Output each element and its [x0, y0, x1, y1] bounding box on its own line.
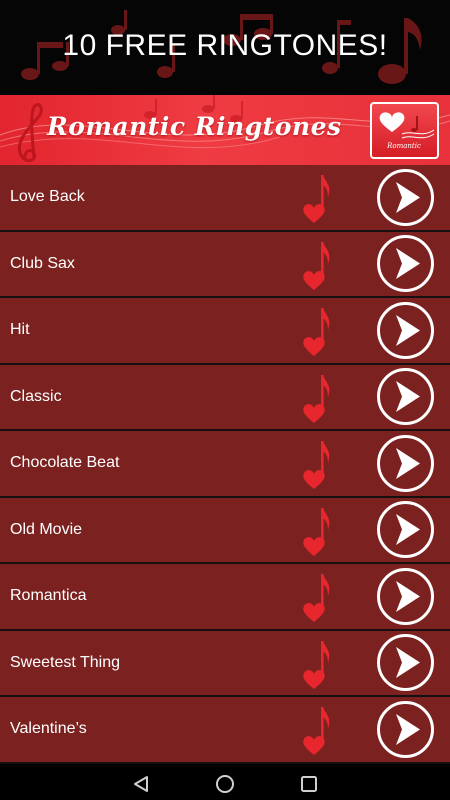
play-icon [396, 447, 420, 479]
ringtone-name: Club Sax [10, 254, 75, 272]
play-icon [396, 181, 420, 213]
app-logo[interactable]: Romantic [370, 102, 439, 159]
play-button[interactable] [377, 567, 434, 625]
play-icon [396, 647, 420, 678]
ringtone-name: Romantica [10, 587, 87, 604]
play-button[interactable] [377, 434, 434, 492]
play-button[interactable] [377, 168, 434, 226]
navigation-bar [0, 766, 450, 800]
play-icon [396, 248, 420, 279]
play-icon [396, 514, 420, 545]
promo-title: 10 FREE RINGTONES! [62, 29, 388, 62]
heart-music-note-icon [303, 507, 330, 556]
heart-music-note-icon [303, 241, 330, 290]
ringtone-name: Classic [10, 387, 62, 405]
heart-music-note-icon [303, 441, 330, 489]
ringtone-row[interactable]: Love Back [0, 165, 450, 232]
ringtone-row[interactable]: Hit [0, 298, 450, 365]
heart-music-note-icon [303, 374, 330, 423]
ringtone-name: Chocolate Beat [10, 454, 120, 471]
play-button[interactable] [377, 700, 434, 758]
play-button[interactable] [377, 235, 434, 292]
ringtone-name: Hit [10, 321, 30, 338]
home-circle-icon[interactable] [215, 774, 235, 794]
ringtone-name: Valentine’s [10, 720, 87, 737]
heart-music-note-icon [303, 308, 330, 356]
heart-music-note-icon [303, 640, 330, 689]
back-triangle-icon[interactable] [131, 774, 151, 794]
play-icon [396, 381, 420, 412]
play-button[interactable] [377, 634, 434, 691]
app-logo-label: Romantic [386, 142, 421, 150]
ringtone-row[interactable]: Old Movie [0, 497, 450, 564]
ringtone-name: Love Back [10, 188, 85, 205]
ringtone-list: Love Back Club Sax Hit Classic Chocolate Bea… [0, 165, 450, 764]
play-button[interactable] [377, 368, 434, 425]
promo-banner[interactable]: 10 FREE RINGTONES! [0, 0, 450, 95]
play-button[interactable] [377, 501, 434, 558]
ringtone-name: Sweetest Thing [10, 653, 120, 671]
heart-icon: Romantic [379, 112, 435, 150]
heart-music-note-icon [303, 574, 330, 622]
play-button[interactable] [377, 301, 434, 359]
ringtone-name: Old Movie [10, 520, 83, 538]
header-title: Romantic Ringtones [47, 112, 342, 141]
play-icon [396, 580, 420, 612]
ringtone-row[interactable]: Sweetest Thing [0, 630, 450, 697]
ringtone-row[interactable]: Valentine’s [0, 697, 450, 764]
play-icon [396, 713, 420, 745]
play-icon [396, 314, 420, 346]
ringtone-row[interactable]: Classic [0, 364, 450, 431]
recents-square-icon[interactable] [299, 774, 319, 794]
ringtone-row[interactable]: Club Sax [0, 231, 450, 298]
ringtone-row[interactable]: Romantica [0, 564, 450, 631]
heart-music-note-icon [303, 707, 330, 755]
ringtone-row[interactable]: Chocolate Beat [0, 431, 450, 498]
heart-music-note-icon [303, 175, 330, 223]
